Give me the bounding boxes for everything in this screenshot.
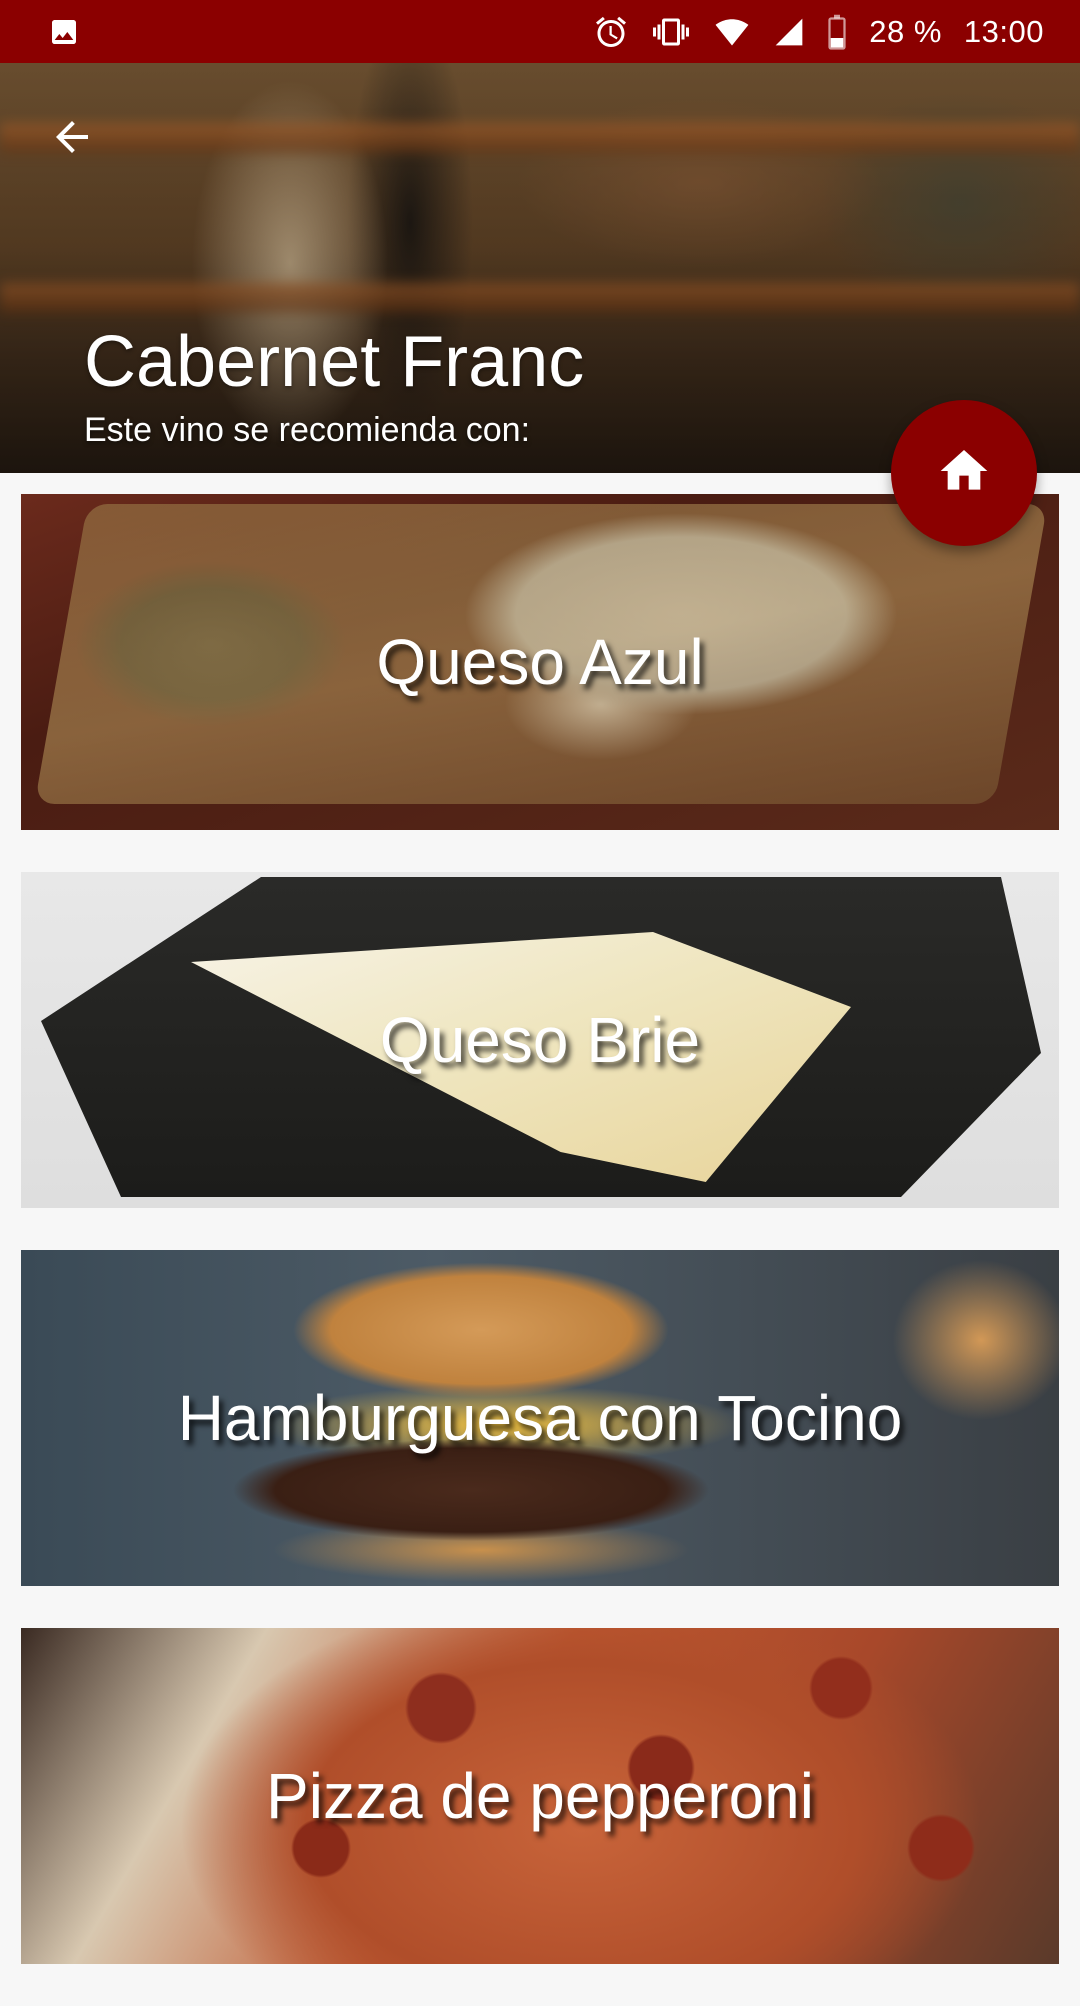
pairing-card-pizza[interactable]: Pizza de pepperoni (21, 1628, 1059, 1964)
signal-icon (773, 16, 805, 48)
clock: 13:00 (963, 13, 1044, 49)
image-icon (48, 16, 80, 48)
status-bar: 28 % 13:00 (0, 0, 1080, 63)
pairing-label: Hamburguesa con Tocino (177, 1382, 903, 1454)
pairing-label: Queso Brie (379, 1004, 701, 1076)
pairing-card-queso-azul[interactable]: Queso Azul (21, 494, 1059, 830)
home-icon (936, 443, 992, 504)
vibrate-icon (651, 14, 691, 50)
pairing-label: Queso Azul (376, 626, 704, 698)
pairing-list: Queso Azul Queso Brie Hamburguesa con To… (21, 494, 1059, 2006)
alarm-icon (593, 14, 629, 50)
wifi-icon (713, 15, 751, 49)
pairing-label: Pizza de pepperoni (266, 1760, 814, 1832)
pairing-card-queso-brie[interactable]: Queso Brie (21, 872, 1059, 1208)
arrow-left-icon (48, 113, 96, 166)
page-subtitle: Este vino se recomienda con: (84, 411, 531, 449)
battery-icon (827, 14, 847, 50)
pairing-card-hamburguesa[interactable]: Hamburguesa con Tocino (21, 1250, 1059, 1586)
battery-percent: 28 % (869, 13, 942, 49)
back-button[interactable] (36, 103, 108, 175)
wine-header: Cabernet Franc Este vino se recomienda c… (0, 63, 1080, 473)
home-button[interactable] (891, 400, 1037, 546)
page-title: Cabernet Franc (84, 322, 585, 402)
